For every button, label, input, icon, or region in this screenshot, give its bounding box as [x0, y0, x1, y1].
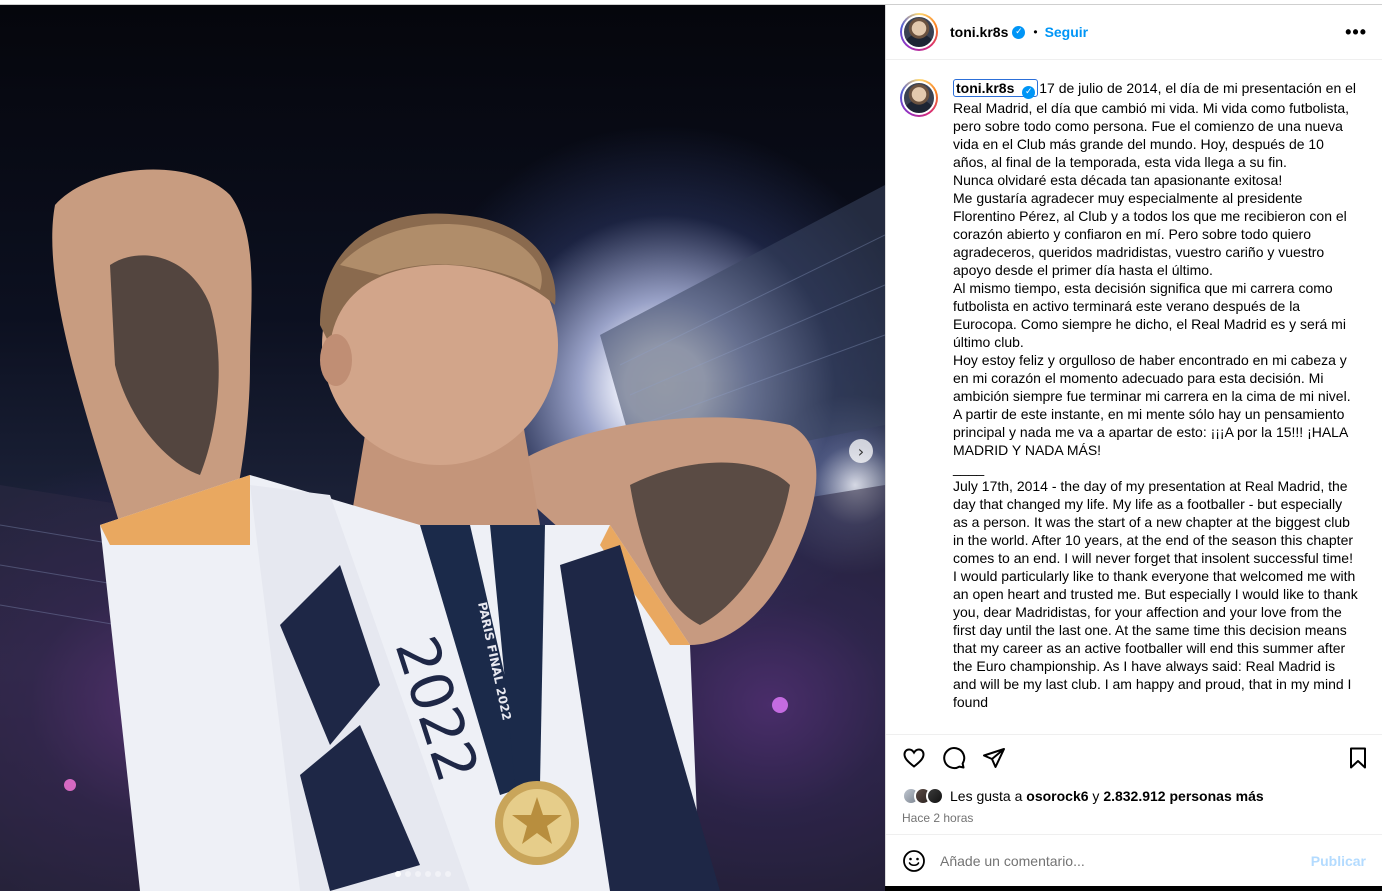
liker-username[interactable]: osorock6 — [1026, 788, 1088, 804]
carousel-dots — [395, 871, 451, 877]
author-avatar-image — [902, 15, 936, 49]
carousel-next-button[interactable]: › — [849, 439, 873, 463]
carousel-dot — [415, 871, 421, 877]
post-timestamp[interactable]: Hace 2 horas — [886, 807, 1382, 831]
follow-button[interactable]: Seguir — [1045, 24, 1089, 40]
publish-button[interactable]: Publicar — [1311, 853, 1366, 869]
caption-username-text: toni.kr8s — [956, 80, 1015, 96]
heart-icon[interactable] — [902, 746, 926, 770]
caption-area[interactable]: toni.kr8s ✓ 17 de julio de 2014, el día d… — [886, 60, 1382, 735]
action-bar — [886, 735, 1382, 781]
likes-connector: y — [1092, 788, 1100, 804]
caption-author-avatar[interactable] — [900, 79, 938, 117]
carousel-dot — [435, 871, 441, 877]
caption-avatar-image — [902, 81, 936, 115]
comment-box: Publicar — [886, 834, 1382, 886]
comment-icon[interactable] — [942, 746, 966, 770]
post-details-panel: toni.kr8s ✓ • Seguir ••• toni.kr8s ✓ 17 d… — [885, 5, 1382, 886]
likes-row: Les gusta a osorock6 y 2.832.912 persona… — [886, 781, 1382, 807]
caption-verified-badge-icon: ✓ — [1022, 85, 1036, 99]
emoji-icon[interactable] — [902, 849, 926, 873]
verified-badge-icon: ✓ — [1012, 25, 1026, 39]
more-options-icon[interactable]: ••• — [1345, 23, 1367, 41]
comment-input[interactable] — [940, 852, 1311, 869]
carousel-dot — [405, 871, 411, 877]
caption-body: 17 de julio de 2014, el día de mi presen… — [953, 80, 1358, 710]
liker-avatars — [902, 787, 944, 805]
caption-username[interactable]: toni.kr8s ✓ — [953, 79, 1039, 99]
carousel-dot — [445, 871, 451, 877]
header-separator: • — [1033, 25, 1038, 39]
photo-illustration: 2022 PARIS FINAL 2022 — [0, 169, 885, 891]
author-avatar[interactable] — [900, 13, 938, 51]
bookmark-icon[interactable] — [1346, 746, 1370, 770]
likes-text: Les gusta a osorock6 y 2.832.912 persona… — [950, 788, 1264, 804]
carousel-dot — [425, 871, 431, 877]
likes-prefix: Les gusta a — [950, 788, 1023, 804]
carousel-dot — [395, 871, 401, 877]
share-icon[interactable] — [982, 746, 1006, 770]
caption: toni.kr8s ✓ 17 de julio de 2014, el día d… — [953, 79, 1358, 734]
author-username[interactable]: toni.kr8s — [950, 24, 1008, 40]
post-header: toni.kr8s ✓ • Seguir ••• — [886, 5, 1382, 60]
liker-avatar[interactable] — [926, 787, 944, 805]
post-photo[interactable]: 2022 PARIS FINAL 2022 › — [0, 5, 885, 891]
likes-count[interactable]: 2.832.912 personas más — [1103, 788, 1263, 804]
